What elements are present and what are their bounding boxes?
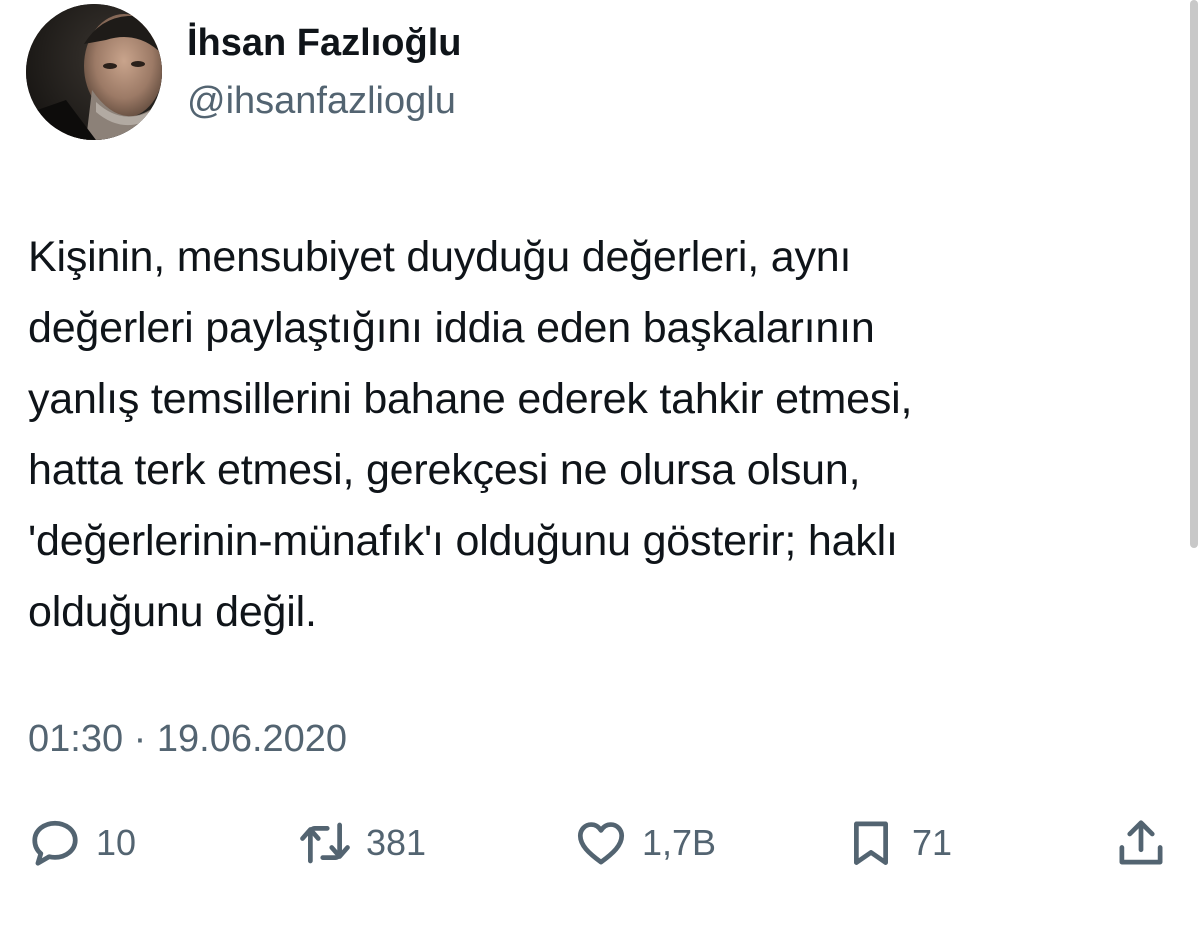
scrollbar[interactable] bbox=[1190, 0, 1198, 548]
tweet-card: İhsan Fazlıoğlu @ihsanfazlioglu Kişinin,… bbox=[0, 0, 1200, 936]
reply-icon bbox=[28, 816, 82, 870]
tweet-timestamp[interactable]: 01:30 · 19.06.2020 bbox=[28, 718, 347, 761]
share-button[interactable] bbox=[1114, 815, 1168, 871]
avatar-photo bbox=[26, 4, 162, 140]
reply-button[interactable]: 10 bbox=[28, 815, 136, 871]
like-count: 1,7B bbox=[642, 822, 717, 863]
retweet-count: 381 bbox=[366, 822, 427, 863]
share-icon bbox=[1114, 816, 1168, 870]
user-handle[interactable]: @ihsanfazlioglu bbox=[187, 80, 456, 123]
display-name[interactable]: İhsan Fazlıoğlu bbox=[187, 22, 461, 65]
like-button[interactable]: 1,7B bbox=[574, 815, 716, 871]
tweet-text: Kişinin, mensubiyet duyduğu değerleri, a… bbox=[28, 233, 913, 636]
bookmark-button[interactable]: 71 bbox=[844, 815, 952, 871]
reply-count: 10 bbox=[96, 822, 137, 863]
bookmark-icon bbox=[844, 816, 898, 870]
heart-icon bbox=[574, 816, 628, 870]
bookmark-count: 71 bbox=[912, 822, 953, 863]
avatar[interactable] bbox=[26, 4, 162, 140]
retweet-button[interactable]: 381 bbox=[298, 815, 426, 871]
retweet-icon bbox=[298, 816, 352, 870]
